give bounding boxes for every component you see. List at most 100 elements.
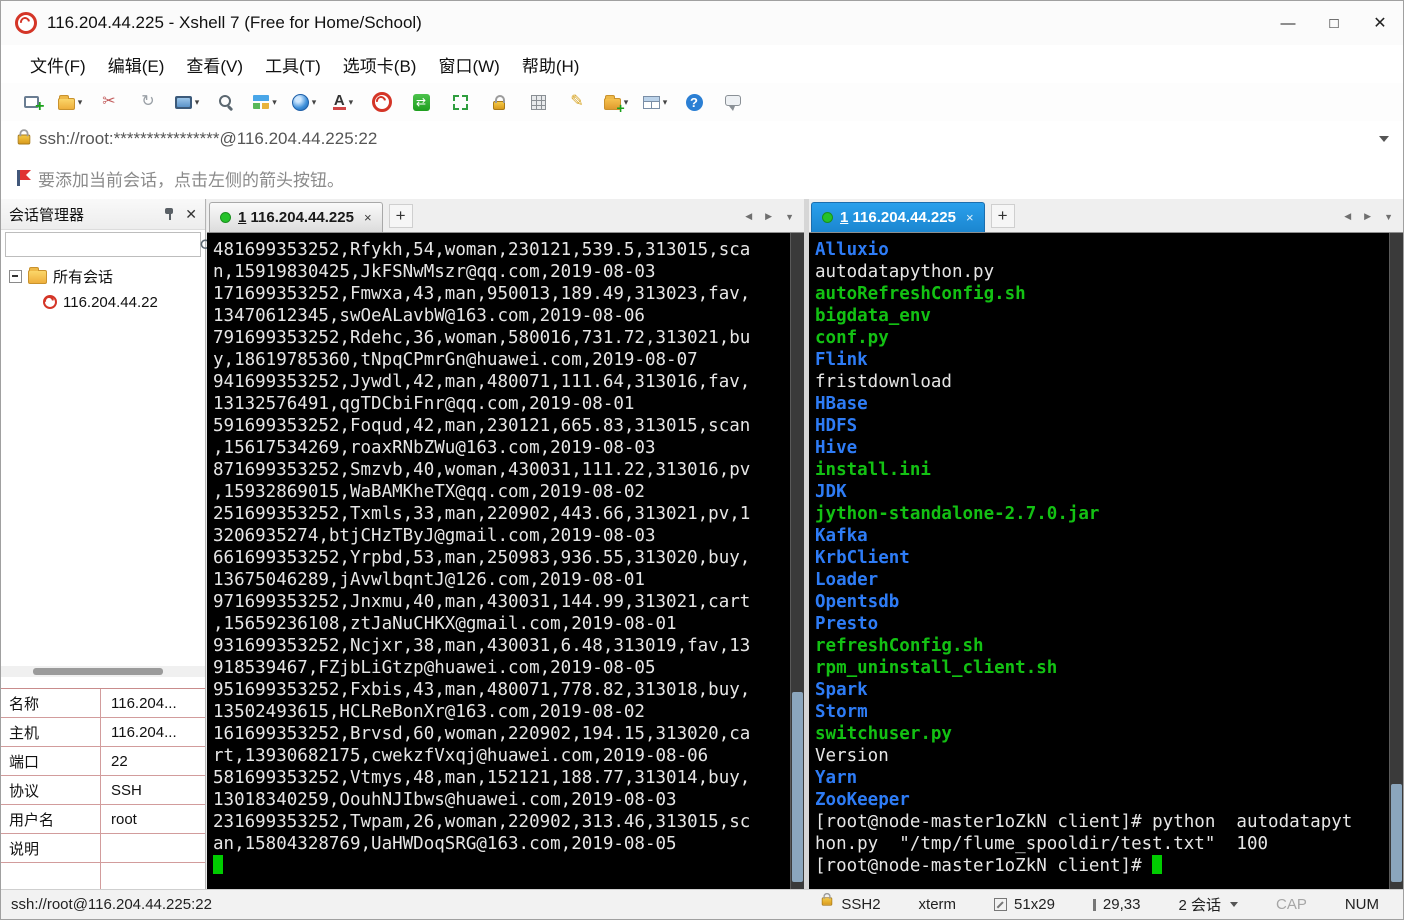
menu-item-5[interactable]: 窗口(W) <box>427 45 510 83</box>
open-session-icon[interactable]: ▾ <box>54 87 86 117</box>
font-icon: A <box>332 92 346 110</box>
dropdown-caret-icon[interactable]: ▾ <box>349 97 354 108</box>
flag-icon <box>15 169 31 187</box>
tree-node-all-sessions[interactable]: 所有会话 <box>1 263 205 289</box>
status-terminal-type[interactable]: xterm <box>919 896 957 913</box>
help-icon[interactable]: ? <box>678 87 710 117</box>
address-dropdown-icon[interactable] <box>1379 136 1389 142</box>
status-terminal-size: 51x29 <box>994 896 1055 913</box>
menu-item-2[interactable]: 查看(V) <box>175 45 254 83</box>
fullscreen-icon <box>452 94 468 110</box>
tab-scroll-right-icon[interactable]: ▶ <box>1364 211 1371 222</box>
find-icon[interactable] <box>210 87 242 117</box>
add-tab-button[interactable]: + <box>388 204 413 228</box>
property-value: SSH <box>111 781 142 799</box>
tree-session-label[interactable]: 116.204.44.22 <box>63 294 158 311</box>
left-terminal[interactable]: 481699353252,Rfykh,54,woman,230121,539.5… <box>207 233 790 889</box>
keypad-icon[interactable] <box>522 87 554 117</box>
tile-windows-icon[interactable]: ▾ <box>639 87 671 117</box>
address-bar[interactable]: ssh://root:****************@116.204.44.2… <box>1 121 1403 158</box>
terminal-line: JDK <box>815 482 847 502</box>
close-button[interactable]: ✕ <box>1357 1 1403 45</box>
property-label: 主机 <box>1 718 101 746</box>
menu-item-1[interactable]: 编辑(E) <box>97 45 176 83</box>
maximize-button[interactable]: □ <box>1311 1 1357 45</box>
tree-node-session[interactable]: 116.204.44.22 <box>1 289 205 315</box>
dropdown-caret-icon[interactable]: ▾ <box>78 97 83 108</box>
disconnect-icon[interactable]: ✂ <box>93 87 125 117</box>
terminal-line: conf.py <box>815 328 889 348</box>
ssh-lock-icon <box>822 892 833 906</box>
session-search-input[interactable] <box>6 236 199 253</box>
tab-close-icon[interactable]: × <box>966 210 974 225</box>
menu-item-4[interactable]: 选项卡(B) <box>332 45 428 83</box>
tab-scroll-left-icon[interactable]: ◀ <box>745 211 752 222</box>
terminal-line: KrbClient <box>815 548 910 568</box>
menu-item-0[interactable]: 文件(F) <box>19 45 97 83</box>
highlight-icon[interactable]: ✎ <box>561 87 593 117</box>
new-folder-icon[interactable]: ▾ <box>600 87 632 117</box>
right-terminal-scrollbar[interactable] <box>1389 233 1403 889</box>
property-row-empty <box>1 863 205 892</box>
session-search-box[interactable] <box>5 232 213 257</box>
xftp-icon[interactable]: ⇄ <box>405 87 437 117</box>
left-terminal-tab[interactable]: 1 116.204.44.225 × <box>209 202 383 232</box>
right-terminal-tab[interactable]: 1 116.204.44.225 × <box>811 202 985 232</box>
lock-icon[interactable] <box>483 87 515 117</box>
new-layout-icon[interactable]: ▾ <box>249 87 281 117</box>
address-text[interactable]: ssh://root:****************@116.204.44.2… <box>39 129 1379 149</box>
web-browser-icon[interactable]: ▾ <box>288 87 320 117</box>
scrollbar-thumb[interactable] <box>33 668 163 675</box>
new-session-icon[interactable] <box>15 87 47 117</box>
session-dialog-icon[interactable]: ▾ <box>171 87 203 117</box>
scrollbar-thumb[interactable] <box>1391 784 1402 883</box>
terminal-line: rpm_uninstall_client.sh <box>815 658 1058 678</box>
info-bar: 要添加当前会话，点击左侧的箭头按钮。 <box>1 157 1403 200</box>
sidebar-horizontal-scrollbar[interactable] <box>1 666 205 677</box>
session-manager-title: 会话管理器 <box>9 206 85 224</box>
font-icon[interactable]: A ▾ <box>327 87 359 117</box>
terminal-line: 251699353252,Txmls,33,man,220902,443.66,… <box>213 504 751 524</box>
scrollbar-thumb[interactable] <box>792 692 803 883</box>
tab-label: 116.204.44.225 <box>250 209 354 226</box>
dropdown-caret-icon[interactable]: ▾ <box>195 97 200 108</box>
cursor-position-icon <box>1092 898 1096 911</box>
xshell-logo-icon[interactable] <box>366 87 398 117</box>
terminal-line: n,15919830425,JkFSNwMszr@qq.com,2019-08-… <box>213 262 656 282</box>
dropdown-caret-icon[interactable]: ▾ <box>312 97 317 108</box>
right-terminal[interactable]: Alluxio autodatapython.py autoRefreshConfi… <box>809 233 1389 889</box>
tab-close-icon[interactable]: × <box>364 210 372 225</box>
tab-scroll-right-icon[interactable]: ▶ <box>765 211 772 222</box>
status-session-count[interactable]: 2 会话 <box>1178 894 1238 915</box>
menu-item-3[interactable]: 工具(T) <box>254 45 332 83</box>
left-terminal-scrollbar[interactable] <box>790 233 804 889</box>
terminal-size-label: 51x29 <box>1014 896 1055 913</box>
terminal-line: 481699353252,Rfykh,54,woman,230121,539.5… <box>213 240 751 260</box>
add-tab-button[interactable]: + <box>990 204 1015 228</box>
tab-scroll-left-icon[interactable]: ◀ <box>1344 211 1351 222</box>
session-dropdown-icon[interactable] <box>1229 902 1238 907</box>
menu-item-6[interactable]: 帮助(H) <box>511 45 591 83</box>
terminal-line: Presto <box>815 614 879 634</box>
reconnect-icon[interactable]: ↻ <box>132 87 164 117</box>
property-label: 端口 <box>1 747 101 775</box>
tree-collapse-icon[interactable] <box>9 269 22 283</box>
feedback-icon[interactable] <box>717 87 749 117</box>
dropdown-caret-icon[interactable]: ▾ <box>663 97 668 108</box>
tab-list-icon[interactable]: ▼ <box>1384 212 1393 222</box>
session-properties-table: 名称 116.204... 主机 116.204... 端口 22 协议 SSH 用户名 root… <box>1 688 205 892</box>
title-bar: 116.204.44.225 - Xshell 7 (Free for Home… <box>1 1 1403 46</box>
dropdown-caret-icon[interactable]: ▾ <box>272 97 277 108</box>
tree-node-label[interactable]: 所有会话 <box>53 266 113 287</box>
terminal-line: autoRefreshConfig.sh <box>815 284 1026 304</box>
tab-list-icon[interactable]: ▼ <box>785 212 794 222</box>
minimize-button[interactable]: — <box>1265 1 1311 45</box>
pin-icon[interactable] <box>163 207 175 221</box>
terminal-line: 931699353252,Ncjxr,38,man,430031,6.48,31… <box>213 636 751 656</box>
panel-close-icon[interactable]: ✕ <box>185 206 197 223</box>
terminal-cursor <box>213 855 223 874</box>
terminal-line: ZooKeeper <box>815 790 910 810</box>
fullscreen-icon[interactable] <box>444 87 476 117</box>
terminal-line: 791699353252,Rdehc,36,woman,580016,731.7… <box>213 328 751 348</box>
tab-number: 1 <box>840 209 849 226</box>
